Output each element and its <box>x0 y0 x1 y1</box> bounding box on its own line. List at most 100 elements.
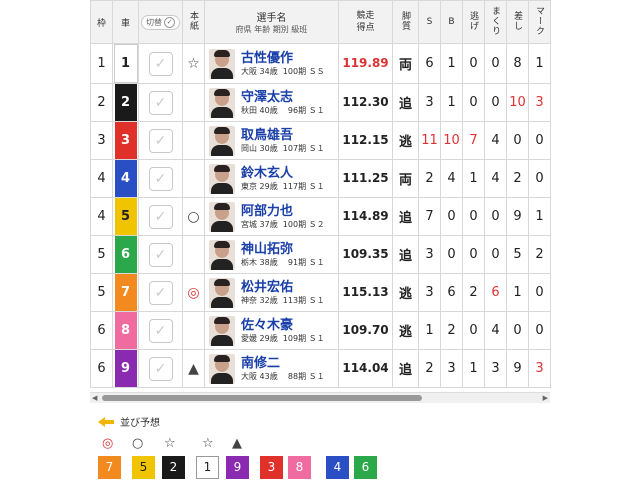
select-checkbox[interactable]: ✓ <box>148 166 173 191</box>
player-cell[interactable]: 守澤太志 秋田 40歳 96期 Ｓ１ <box>204 83 339 122</box>
header-score-l1: 競走 <box>356 11 375 21</box>
car-number-badge: 9 <box>114 350 137 387</box>
player-meta: 大阪 43歳 88期 Ｓ１ <box>241 371 325 381</box>
sashi-cell: 0 <box>506 311 529 350</box>
player-cell[interactable]: 古性優作 大阪 34歳 100期 ＳＳ <box>204 43 339 84</box>
select-checkbox[interactable]: ✓ <box>148 356 173 381</box>
stat-s: 7 <box>425 209 434 224</box>
stat-s: 2 <box>425 361 434 376</box>
line-prediction: 並び予想 ◎ ○ ☆ ☆ ▲ 752193846 <box>98 414 377 479</box>
player-cell[interactable]: 鈴木玄人 東京 29歳 117期 Ｓ１ <box>204 159 339 198</box>
player-name-link[interactable]: 神山拓弥 <box>241 242 325 257</box>
player-info[interactable]: 古性優作 大阪 34歳 100期 ＳＳ <box>205 48 338 79</box>
stat-b: 2 <box>447 323 456 338</box>
select-checkbox[interactable]: ✓ <box>148 280 173 305</box>
running-style: 両 <box>398 58 412 73</box>
select-cell[interactable]: ✓ <box>138 197 183 236</box>
kyaku-cell: 両 <box>392 159 419 198</box>
race-table: 枠 車 切替 ✓ 本紙 選手名 府県 年齢 期別 級班 競走 得点 脚質 S B… <box>90 0 551 388</box>
honshi-mark-cell <box>182 121 205 160</box>
player-name-link[interactable]: 南修二 <box>241 356 325 371</box>
select-cell[interactable]: ✓ <box>138 235 183 274</box>
toggle-chip[interactable]: 切替 ✓ <box>141 14 180 30</box>
player-name-link[interactable]: 取鳥雄吾 <box>241 128 325 143</box>
player-meta: 神奈 32歳 113期 Ｓ１ <box>241 295 325 305</box>
stat-mark: 2 <box>535 247 544 262</box>
select-cell[interactable]: ✓ <box>138 121 183 160</box>
kyaku-cell: 追 <box>392 235 419 274</box>
race-score: 114.04 <box>342 361 389 375</box>
player-name-link[interactable]: 佐々木豪 <box>241 318 325 333</box>
prediction-mark-icon: ◎ <box>102 436 114 451</box>
stat-nige: 0 <box>469 56 478 71</box>
lineup-car-box: 8 <box>288 456 311 479</box>
select-cell[interactable]: ✓ <box>138 83 183 122</box>
player-info[interactable]: 鈴木玄人 東京 29歳 117期 Ｓ１ <box>205 163 338 194</box>
select-cell[interactable]: ✓ <box>138 43 183 84</box>
prediction-lineup: 752193846 <box>98 456 398 480</box>
scroll-right-icon[interactable]: ▶ <box>543 393 548 403</box>
nige-cell: 0 <box>462 83 485 122</box>
select-checkbox[interactable]: ✓ <box>148 90 173 115</box>
player-info[interactable]: 取鳥雄吾 岡山 30歳 107期 Ｓ１ <box>205 125 338 156</box>
makuri-cell: 0 <box>484 83 507 122</box>
select-cell[interactable]: ✓ <box>138 349 183 388</box>
rider-row: 5 6 ✓ 神山拓弥 栃木 38歳 91期 Ｓ１ 109.35 追 3 0 0 0 5 2 <box>90 235 551 274</box>
player-cell[interactable]: 阿部力也 宮城 37歳 100期 Ｓ２ <box>204 197 339 236</box>
lineup-car-box: 2 <box>162 456 185 479</box>
waku-cell: 1 <box>90 43 113 84</box>
select-cell[interactable]: ✓ <box>138 159 183 198</box>
nige-cell: 1 <box>462 349 485 388</box>
scroll-left-icon[interactable]: ◀ <box>92 393 97 403</box>
player-name-link[interactable]: 古性優作 <box>241 51 325 66</box>
player-name-link[interactable]: 鈴木玄人 <box>241 166 325 181</box>
player-cell[interactable]: 南修二 大阪 43歳 88期 Ｓ１ <box>204 349 339 388</box>
header-s: S <box>418 0 441 44</box>
player-name-link[interactable]: 守澤太志 <box>241 90 325 105</box>
lineup-car-box: 9 <box>226 456 249 479</box>
player-cell[interactable]: 神山拓弥 栃木 38歳 91期 Ｓ１ <box>204 235 339 274</box>
player-name-link[interactable]: 阿部力也 <box>241 204 325 219</box>
stat-mark: 3 <box>535 95 544 110</box>
stat-sashi: 9 <box>513 209 522 224</box>
player-info[interactable]: 南修二 大阪 43歳 88期 Ｓ１ <box>205 353 338 384</box>
prediction-mark: ▲ <box>188 360 199 377</box>
scrollbar-thumb[interactable] <box>102 395 422 401</box>
player-info[interactable]: 神山拓弥 栃木 38歳 91期 Ｓ１ <box>205 239 338 270</box>
s-cell: 3 <box>418 83 441 122</box>
player-name-link[interactable]: 松井宏佑 <box>241 280 325 295</box>
car-number-badge: 7 <box>114 274 137 311</box>
header-toggle[interactable]: 切替 ✓ <box>138 0 183 44</box>
header-kyaku-label: 脚質 <box>400 10 410 31</box>
stat-sashi: 8 <box>513 56 522 71</box>
kyaku-cell: 追 <box>392 83 419 122</box>
select-checkbox[interactable]: ✓ <box>148 204 173 229</box>
stat-sashi: 1 <box>513 285 522 300</box>
nige-cell: 0 <box>462 235 485 274</box>
select-checkbox[interactable]: ✓ <box>148 318 173 343</box>
stat-makuri: 4 <box>491 323 500 338</box>
player-cell[interactable]: 取鳥雄吾 岡山 30歳 107期 Ｓ１ <box>204 121 339 160</box>
waku-cell: 4 <box>90 197 113 236</box>
select-cell[interactable]: ✓ <box>138 311 183 350</box>
player-cell[interactable]: 松井宏佑 神奈 32歳 113期 Ｓ１ <box>204 273 339 312</box>
select-checkbox[interactable]: ✓ <box>148 51 173 76</box>
b-cell: 4 <box>440 159 463 198</box>
player-cell[interactable]: 佐々木豪 愛媛 29歳 109期 Ｓ１ <box>204 311 339 350</box>
header-nige-label: 逃げ <box>468 10 478 31</box>
header-score: 競走 得点 <box>338 0 393 44</box>
stat-b: 0 <box>447 209 456 224</box>
player-info[interactable]: 佐々木豪 愛媛 29歳 109期 Ｓ１ <box>205 315 338 346</box>
select-cell[interactable]: ✓ <box>138 273 183 312</box>
select-checkbox[interactable]: ✓ <box>148 242 173 267</box>
check-icon: ✓ <box>154 132 167 149</box>
s-cell: 11 <box>418 121 441 160</box>
select-checkbox[interactable]: ✓ <box>148 128 173 153</box>
player-info[interactable]: 松井宏佑 神奈 32歳 113期 Ｓ１ <box>205 277 338 308</box>
car-cell: 8 <box>112 311 139 350</box>
player-info[interactable]: 阿部力也 宮城 37歳 100期 Ｓ２ <box>205 201 338 232</box>
player-info[interactable]: 守澤太志 秋田 40歳 96期 Ｓ１ <box>205 87 338 118</box>
horizontal-scrollbar[interactable]: ◀ ▶ <box>90 392 550 403</box>
waku-cell: 5 <box>90 235 113 274</box>
stat-b: 4 <box>447 171 456 186</box>
